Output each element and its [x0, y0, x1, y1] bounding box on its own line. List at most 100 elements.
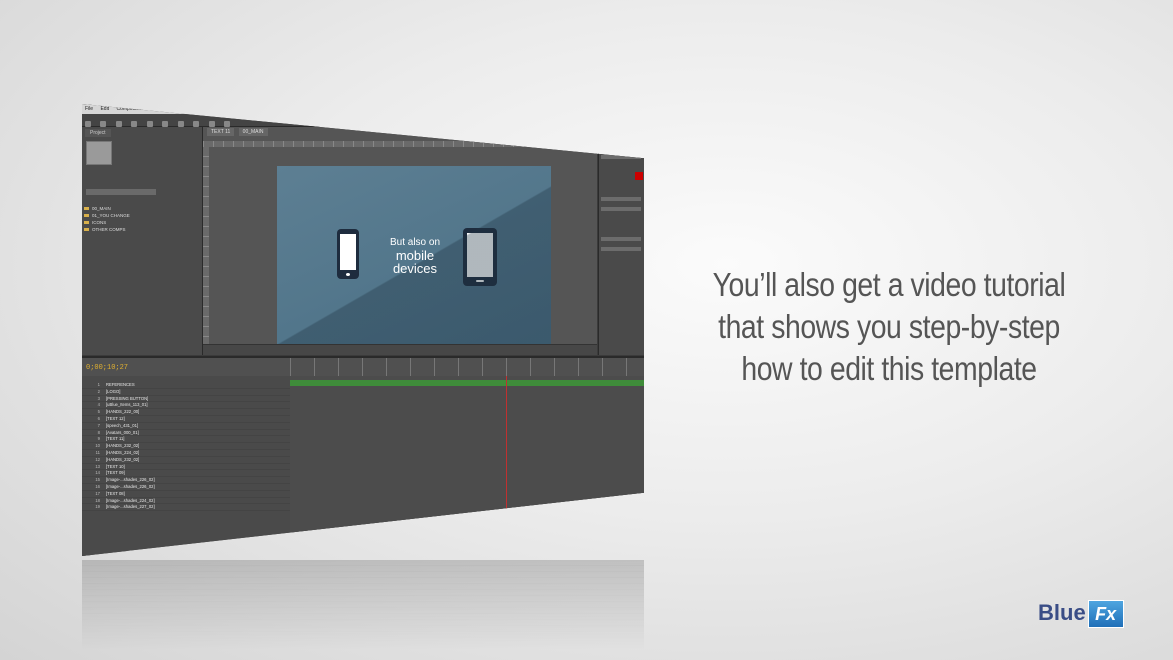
menu-item: File [85, 106, 94, 112]
project-item: OTHER COMPS [84, 226, 198, 233]
composition-panel: TEXT 11 00_MAIN But also on mobile devic… [203, 127, 597, 355]
layer-number: 6 [97, 415, 100, 421]
layer-name: [TEXT 09] [106, 470, 125, 476]
menu-item: Layer [151, 106, 165, 112]
layer-name: [TEXT 11] [106, 436, 125, 442]
project-panel: Project 00_MAIN 01_YOU CHANGE ICONS OTHE… [82, 127, 203, 355]
layer-name: [Image-...shades_227_02] [106, 504, 155, 510]
layer-number: 13 [95, 463, 100, 469]
project-item: 01_YOU CHANGE [84, 212, 198, 219]
comp-tab: TEXT 11 [207, 128, 235, 136]
layer-row[interactable]: 8 [Avatars_000_01] [82, 430, 290, 437]
layer-number: 2 [97, 388, 100, 394]
menu-item: Effect [171, 106, 185, 112]
video-frame: File Edit Composition Layer Effect Anima… [0, 0, 1173, 660]
info-panel [598, 127, 644, 355]
preview-line-1: But also on [389, 237, 441, 248]
logo-wordmark: Blue [1038, 600, 1086, 625]
layer-row[interactable]: 5 [HANDS_222_00] [82, 409, 290, 416]
editor-screenshot: File Edit Composition Layer Effect Anima… [82, 104, 644, 556]
layer-number: 1 [97, 382, 100, 387]
layer-number: 11 [95, 449, 100, 455]
layer-row[interactable]: 15 [Image-...shades_226_02] [82, 477, 290, 484]
layer-name: [uBlue_Items_113_01] [106, 402, 148, 408]
layer-name: [LOGO] [106, 388, 121, 394]
timeline-ruler [290, 358, 644, 376]
layer-row[interactable]: 17 [TEXT 08] [82, 491, 290, 498]
caption-line-3: how to edit this template [741, 350, 1037, 387]
layer-name: [TEXT 12] [106, 415, 125, 421]
menu-item: Composition [116, 106, 145, 112]
layer-name: [speech_431_01] [106, 422, 139, 428]
layer-number: 18 [95, 497, 100, 503]
project-search-input [86, 189, 156, 195]
layer-row[interactable]: 7 [speech_431_01] [82, 423, 290, 430]
menu-item: Animation [191, 106, 214, 112]
layer-row[interactable]: 16 [Image-...shades_226_02] [82, 484, 290, 491]
playhead [506, 376, 507, 546]
layer-number: 10 [95, 443, 100, 449]
layer-name: [Avatars_000_01] [106, 429, 139, 435]
layer-name: [PRESSING BUTTON] [106, 395, 149, 401]
layer-row[interactable]: 1 REFERENCES [82, 382, 290, 389]
panel-field [601, 155, 641, 159]
layer-number: 17 [95, 490, 100, 496]
layer-row[interactable]: 14 [TEXT 09] [82, 470, 290, 478]
layer-row[interactable]: 4 [uBlue_Items_113_01] [82, 402, 290, 410]
layer-row[interactable]: 19 [Image-...shades_227_02] [82, 504, 290, 512]
layer-row[interactable]: 11 [HANDS_224_02] [82, 450, 290, 457]
layer-name: [HANDS_232_02] [106, 456, 140, 462]
layer-number: 16 [95, 483, 100, 489]
layer-row[interactable]: 10 [HANDS_232_02] [82, 443, 290, 450]
layer-number: 12 [95, 456, 100, 462]
layer-name: REFERENCES [106, 382, 135, 387]
layer-row[interactable]: 3 [PRESSING BUTTON] [82, 396, 290, 403]
project-item-label: OTHER COMPS [92, 227, 126, 232]
project-thumbnail [86, 141, 112, 165]
project-item-label: 01_YOU CHANGE [92, 213, 130, 218]
layer-row[interactable]: 9 [TEXT 11] [82, 436, 290, 444]
tutorial-caption: You’ll also get a video tutorial that sh… [702, 264, 1075, 390]
panel-field [601, 135, 641, 139]
menu-item: View [221, 106, 233, 112]
layer-list: 1 REFERENCES 2 [LOGO] 3 [PRESSING BUTTON] 4 [uB… [82, 382, 290, 512]
preview-line-3: devices [392, 261, 438, 276]
project-item-label: ICONS [92, 220, 107, 225]
caption-line-2: that shows you step-by-step [718, 308, 1060, 345]
layer-row[interactable]: 2 [LOGO] [82, 389, 290, 396]
layer-row[interactable]: 12 [HANDS_232_02] [82, 457, 290, 464]
work-area-bar [290, 380, 644, 386]
folder-icon [84, 221, 89, 225]
composition-viewport: But also on mobile devices [277, 166, 551, 350]
folder-icon [84, 214, 89, 218]
layer-name: [HANDS_222_00] [106, 409, 140, 415]
panel-field [601, 145, 641, 149]
layer-name: [HANDS_232_02] [106, 443, 140, 449]
layer-number: 14 [95, 470, 100, 476]
layer-number: 8 [97, 429, 100, 435]
layer-number: 7 [97, 422, 100, 428]
horizontal-ruler [203, 141, 597, 147]
folder-icon [84, 228, 89, 232]
layer-name: [TEXT 10] [106, 463, 125, 469]
viewer-controls [203, 344, 597, 355]
panel-field [601, 247, 641, 251]
layer-name: [TEXT 08] [106, 490, 125, 496]
phone-icon [337, 229, 359, 279]
floor-reflection [82, 560, 644, 660]
layer-name: [Image-...shades_226_02] [106, 483, 155, 489]
comp-tab: 00_MAIN [238, 128, 268, 136]
layer-number: 4 [97, 402, 100, 408]
layer-number: 3 [97, 395, 100, 401]
project-item: ICONS [84, 219, 198, 226]
layer-name: [HANDS_224_02] [106, 449, 140, 455]
editor-window: File Edit Composition Layer Effect Anima… [82, 104, 644, 556]
vertical-ruler [203, 147, 209, 347]
layer-row[interactable]: 18 [Image-...shades_224_02] [82, 498, 290, 505]
panel-field [601, 207, 641, 211]
project-item-label: 00_MAIN [92, 206, 111, 211]
layer-row[interactable]: 6 [TEXT 12] [82, 416, 290, 423]
color-swatch [635, 172, 643, 180]
panel-field [601, 197, 641, 201]
layer-row[interactable]: 13 [TEXT 10] [82, 464, 290, 471]
